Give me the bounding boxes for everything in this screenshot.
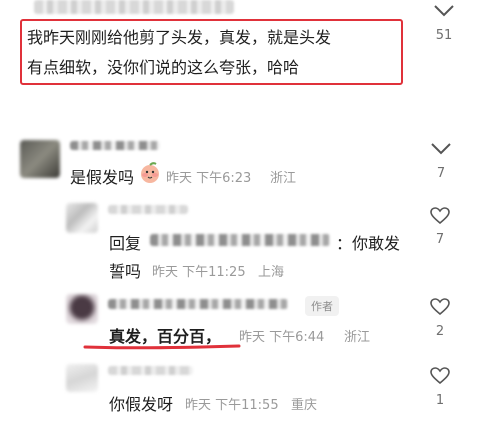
- reply-suffix: ：你敢发: [336, 234, 401, 253]
- comment-text-line1: 我昨天刚刚给他剪了头发，真发，就是头发: [27, 28, 332, 47]
- avatar[interactable]: [66, 364, 98, 392]
- blurred-mention: [150, 234, 330, 246]
- like-count: 2: [435, 324, 445, 339]
- peach-face-emoji-icon: [141, 162, 159, 183]
- reply-location: 浙江: [344, 330, 371, 345]
- heart-icon[interactable]: [430, 297, 450, 317]
- chevron-down-icon[interactable]: [433, 4, 455, 18]
- avatar[interactable]: [66, 203, 98, 233]
- red-underline: [83, 344, 241, 350]
- reply-time: 昨天 下午6:44: [239, 330, 325, 345]
- blurred-username: [70, 141, 160, 150]
- reply-location: 重庆: [291, 398, 318, 413]
- heart-icon[interactable]: [430, 206, 450, 226]
- like-count: 7: [436, 166, 446, 181]
- blurred-username: [108, 366, 193, 375]
- avatar[interactable]: [20, 140, 60, 178]
- heart-icon[interactable]: [430, 366, 450, 386]
- comment-location: 浙江: [270, 171, 297, 186]
- reply-prefix: 回复: [109, 234, 142, 253]
- like-count-main: 51: [435, 28, 453, 43]
- reply-text: 你假发呀: [109, 395, 174, 414]
- reply-location: 上海: [258, 265, 285, 280]
- reply-time: 昨天 下午11:55: [185, 398, 279, 413]
- like-count: 1: [435, 393, 445, 408]
- blurred-username: [108, 299, 288, 309]
- like-count: 7: [435, 232, 445, 247]
- blurred-username: [108, 205, 188, 214]
- author-badge: 作者: [305, 296, 339, 316]
- comment-text: 是假发吗: [70, 168, 135, 187]
- chevron-down-icon[interactable]: [430, 142, 452, 156]
- avatar[interactable]: [66, 294, 98, 324]
- blurred-username-top: [34, 0, 234, 14]
- reply-text-line2: 誓吗: [109, 262, 142, 281]
- comment-time: 昨天 下午6:23: [166, 171, 252, 186]
- comment-text-line2: 有点细软，没你们说的这么夸张，哈哈: [27, 58, 300, 77]
- reply-time: 昨天 下午11:25: [152, 265, 246, 280]
